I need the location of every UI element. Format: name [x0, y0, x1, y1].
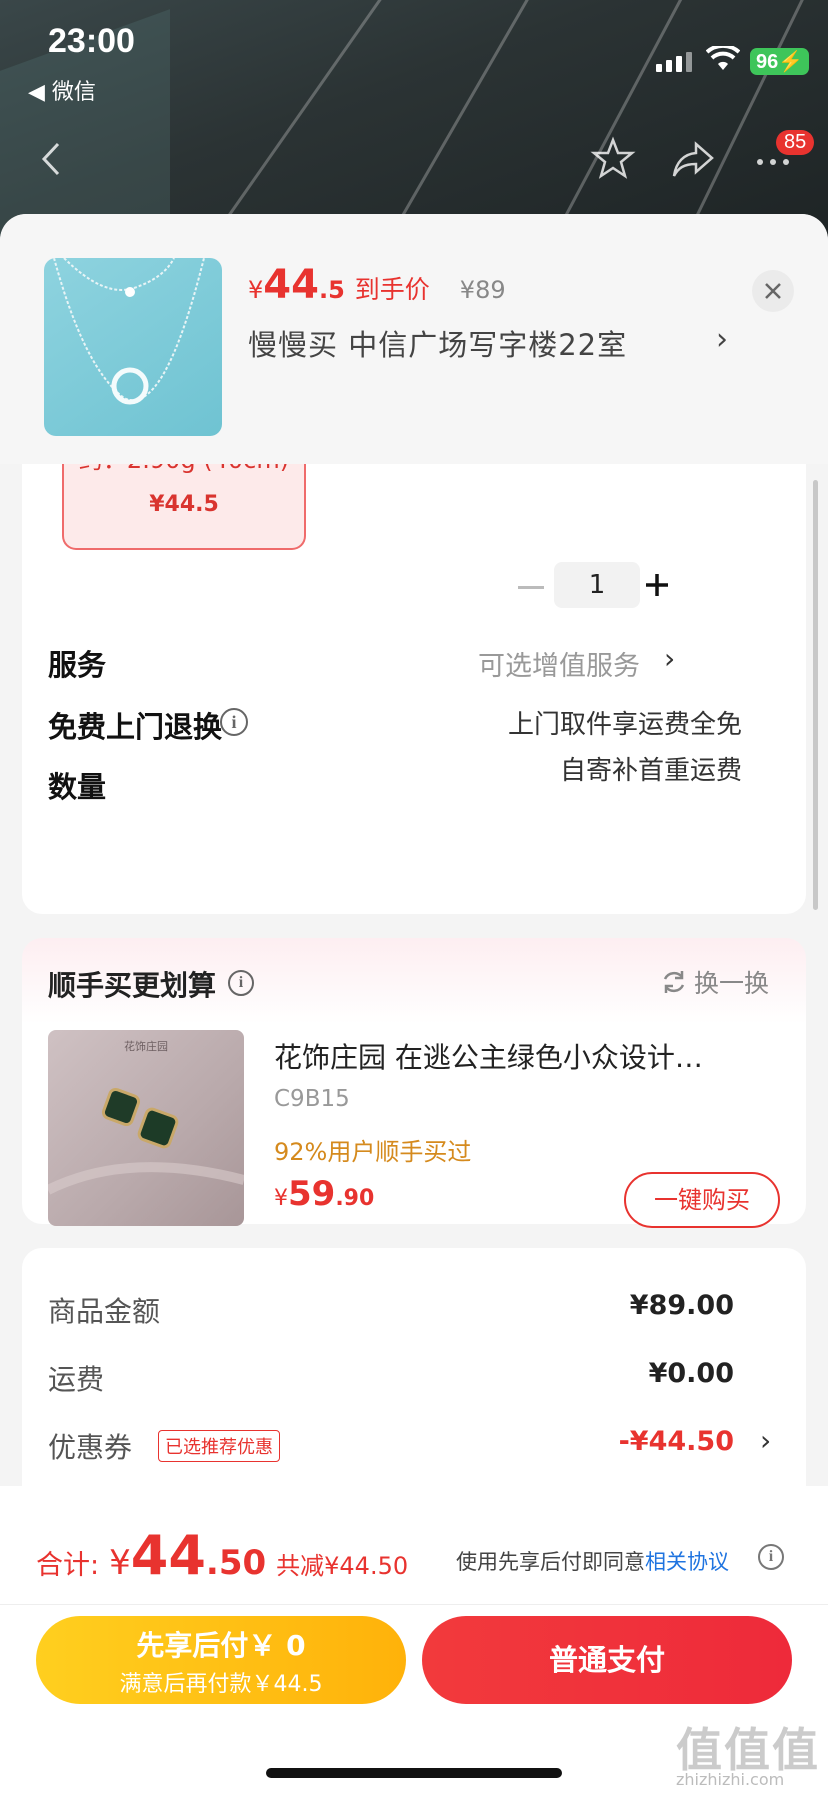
- service-value[interactable]: 可选增值服务: [478, 644, 640, 683]
- checkout-bar: 合计: ¥ 44 .50 共减¥44.50 使用先享后付即同意相关协议 i 先享…: [0, 1486, 828, 1793]
- service-chevron-icon[interactable]: ›: [664, 642, 675, 675]
- watermark-url: zhizhizhi.com: [676, 1770, 785, 1789]
- upsell-price-integer: 59: [288, 1174, 336, 1214]
- battery-icon: 96⚡: [750, 48, 810, 75]
- back-to-wechat-link[interactable]: ◀ 微信: [28, 74, 96, 106]
- total-yen: ¥: [109, 1543, 131, 1583]
- total-decimal: .50: [205, 1543, 267, 1583]
- free-return-line-2: 自寄补首重运费: [559, 756, 742, 786]
- delivery-address[interactable]: 慢慢买 中信广场写字楼22室: [248, 322, 627, 364]
- cellular-signal-icon: [656, 52, 692, 72]
- status-time: 23:00: [48, 22, 135, 60]
- quantity-input[interactable]: 1: [554, 562, 640, 608]
- swap-label: 换一换: [694, 969, 770, 998]
- coupon-label: 优惠券: [48, 1431, 133, 1464]
- service-label: 服务: [48, 648, 107, 682]
- status-bar: 23:00 ◀ 微信 96⚡: [0, 0, 828, 110]
- goods-amount-value: ¥89.00: [629, 1290, 734, 1321]
- price-yen: ¥: [248, 276, 264, 304]
- coupon-value[interactable]: -¥44.50: [619, 1426, 734, 1457]
- address-chevron-icon[interactable]: ›: [716, 322, 728, 357]
- total-reduction: 共减¥44.50: [276, 1552, 409, 1580]
- home-indicator[interactable]: [266, 1768, 562, 1778]
- divider: [0, 1604, 828, 1605]
- upsell-card: 顺手买更划算 i 换一换 花饰庄园 花饰庄园 在逃公主绿色小众设计… C9B15…: [22, 938, 806, 1228]
- back-arrow-icon[interactable]: [28, 134, 78, 184]
- price-summary-card: 商品金额 ¥89.00 运费 ¥0.00 优惠券 已选推荐优惠 -¥44.50 …: [22, 1248, 806, 1508]
- total-price: 合计: ¥ 44 .50 共减¥44.50: [36, 1524, 408, 1587]
- agreement-text: 使用先享后付即同意相关协议: [456, 1546, 729, 1576]
- upsell-title: 顺手买更划算: [48, 969, 217, 1002]
- upsell-price-decimal: .90: [335, 1186, 375, 1211]
- upsell-image-brand: 花饰庄园: [124, 1040, 168, 1053]
- one-click-buy-button[interactable]: 一键购买: [624, 1172, 780, 1228]
- close-icon: [765, 283, 781, 299]
- favorite-star-icon[interactable]: [588, 134, 638, 184]
- coupon-recommended-tag: 已选推荐优惠: [158, 1430, 280, 1462]
- coupon-chevron-icon[interactable]: ›: [760, 1424, 771, 1457]
- free-return-info-icon[interactable]: i: [220, 708, 248, 736]
- upsell-product-image[interactable]: 花饰庄园: [48, 1030, 244, 1226]
- shipping-value: ¥0.00: [648, 1358, 734, 1389]
- pay-later-button[interactable]: 先享后付￥ 0 满意后再付款￥44.5: [36, 1616, 406, 1704]
- pay-later-line-1: 先享后付￥ 0: [136, 1629, 306, 1662]
- price-decimal: .5: [318, 276, 345, 304]
- free-return-label: 免费上门退换: [48, 710, 223, 744]
- goods-amount-label: 商品金额: [48, 1295, 161, 1328]
- wifi-icon: [706, 46, 740, 70]
- scrollbar[interactable]: [813, 480, 818, 910]
- agreement-link[interactable]: 相关协议: [645, 1550, 729, 1574]
- shipping-label: 运费: [48, 1363, 105, 1396]
- share-icon[interactable]: [668, 134, 718, 184]
- agreement-prefix: 使用先享后付即同意: [456, 1550, 645, 1574]
- original-price: ¥89: [459, 276, 506, 304]
- message-count-badge: 85: [776, 130, 815, 155]
- product-top-nav: 85: [0, 130, 828, 190]
- sku-price: ¥44.5: [149, 492, 219, 517]
- upsell-sku: C9B15: [274, 1086, 350, 1112]
- total-integer: 44: [130, 1524, 206, 1587]
- options-card: 约：2.90g (40cm) ¥44.5 数量 1 服务 可选增值服务 › 免费…: [22, 410, 806, 914]
- upsell-price-yen: ¥: [274, 1186, 288, 1211]
- total-label: 合计:: [36, 1550, 100, 1581]
- quantity-increase-button[interactable]: [642, 570, 672, 600]
- close-button[interactable]: [752, 270, 794, 312]
- necklace-image: [53, 258, 205, 405]
- sheet-header: ¥ 44 .5 到手价 ¥89 慢慢买 中信广场写字楼22室 ›: [0, 214, 828, 464]
- upsell-product-name[interactable]: 花饰庄园 在逃公主绿色小众设计…: [274, 1036, 774, 1076]
- upsell-info-icon[interactable]: i: [228, 970, 254, 996]
- battery-level: 96: [756, 51, 779, 73]
- price-integer: 44: [263, 262, 319, 308]
- pay-later-line-2: 满意后再付款￥44.5: [119, 1672, 323, 1697]
- free-return-line-1: 上门取件享运费全免: [507, 710, 742, 740]
- quantity-decrease-button[interactable]: [518, 586, 544, 589]
- refresh-icon: [663, 971, 685, 993]
- upsell-price: ¥ 59 .90: [274, 1174, 374, 1214]
- swap-button[interactable]: 换一换: [660, 964, 769, 1000]
- agreement-info-icon[interactable]: i: [758, 1544, 784, 1570]
- upsell-percent: 92%用户顺手买过: [274, 1138, 472, 1166]
- final-price-tag: 到手价: [354, 275, 430, 304]
- product-thumbnail: [44, 258, 222, 436]
- header-price: ¥ 44 .5 到手价 ¥89: [248, 262, 506, 308]
- earrings-image: [48, 1087, 244, 1195]
- quantity-label: 数量: [48, 770, 107, 804]
- normal-pay-button[interactable]: 普通支付: [422, 1616, 792, 1704]
